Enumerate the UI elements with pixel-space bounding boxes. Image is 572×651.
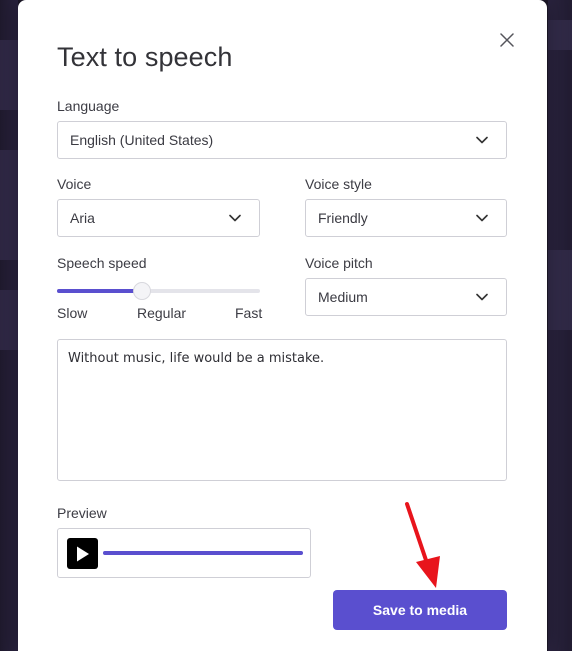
speech-speed-fill: [57, 289, 143, 293]
speed-tick-regular: Regular: [137, 305, 187, 321]
speech-speed-slider[interactable]: [57, 282, 260, 300]
voice-style-select[interactable]: Friendly: [305, 199, 507, 237]
language-label: Language: [57, 98, 120, 114]
speech-speed-thumb[interactable]: [133, 282, 152, 300]
save-to-media-button[interactable]: Save to media: [333, 590, 507, 630]
preview-player: [57, 528, 311, 578]
voice-style-value: Friendly: [318, 210, 368, 226]
speech-text-input[interactable]: Without music, life would be a mistake.: [57, 339, 507, 481]
chevron-down-icon: [476, 290, 490, 304]
play-button[interactable]: [67, 538, 98, 569]
preview-progress-fill: [103, 551, 303, 555]
preview-progress-bar[interactable]: [103, 551, 303, 555]
speed-tick-slow: Slow: [57, 305, 88, 321]
chevron-down-icon: [476, 133, 490, 147]
chevron-down-icon: [476, 211, 490, 225]
play-icon: [76, 546, 89, 561]
annotation-arrow-icon: [405, 502, 440, 588]
voice-pitch-label: Voice pitch: [305, 255, 373, 271]
dialog-title: Text to speech: [57, 42, 233, 72]
voice-style-label: Voice style: [305, 176, 372, 192]
close-button[interactable]: [497, 30, 517, 50]
preview-label: Preview: [57, 505, 107, 521]
voice-value: Aria: [70, 210, 95, 226]
close-icon: [500, 33, 514, 47]
language-value: English (United States): [70, 132, 214, 148]
chevron-down-icon: [229, 211, 243, 225]
voice-label: Voice: [57, 176, 92, 192]
voice-pitch-select[interactable]: Medium: [305, 278, 507, 316]
speech-speed-label: Speech speed: [57, 255, 147, 271]
voice-pitch-value: Medium: [318, 289, 368, 305]
speed-tick-fast: Fast: [235, 305, 263, 321]
voice-select[interactable]: Aria: [57, 199, 260, 237]
text-to-speech-dialog: Text to speech Language English (United …: [18, 0, 547, 651]
language-select[interactable]: English (United States): [57, 121, 507, 159]
